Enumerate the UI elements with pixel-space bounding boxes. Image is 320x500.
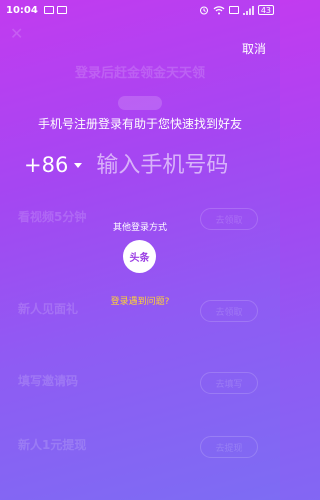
image-notification-icon [43,6,54,14]
task-row: 填写邀请码 去填写 [18,364,262,424]
task-title: 填写邀请码 [18,374,79,388]
notification-icons [43,6,67,14]
sim-icon [228,6,239,14]
battery-icon: 43 [257,5,274,15]
other-login-methods-label: 其他登录方式 [112,223,167,233]
login-hint: 手机号注册登录有助于您快速找到好友 [37,117,242,131]
login-problem-link[interactable]: 登录遇到问题? [0,294,280,307]
task-button: 去提现 [200,436,258,458]
cancel-button[interactable]: 取消 [242,40,266,57]
signal-icon [243,6,254,15]
status-time: 10:04 [6,4,38,16]
status-right: 43 [199,5,274,15]
wifi-icon [213,6,225,15]
phone-number-input[interactable] [96,152,270,178]
background-headline: 登录后赶金领金天天领 [74,66,205,81]
caret-down-icon[interactable] [74,162,83,168]
background-login-pill [118,96,162,110]
task-button: 去填写 [200,372,258,394]
alarm-icon [199,6,208,15]
country-code-selector[interactable]: +86 [24,153,68,177]
task-title: 新人1元提现 [18,438,87,452]
status-bar: 10:04 43 [0,0,280,20]
phone-input-row: +86 [24,145,270,185]
background-close-icon: ✕ [10,24,24,43]
task-row: 新人1元提现 去提现 [18,428,262,488]
toutiao-login-button[interactable]: 头条 [123,240,156,273]
message-notification-icon [56,6,67,14]
